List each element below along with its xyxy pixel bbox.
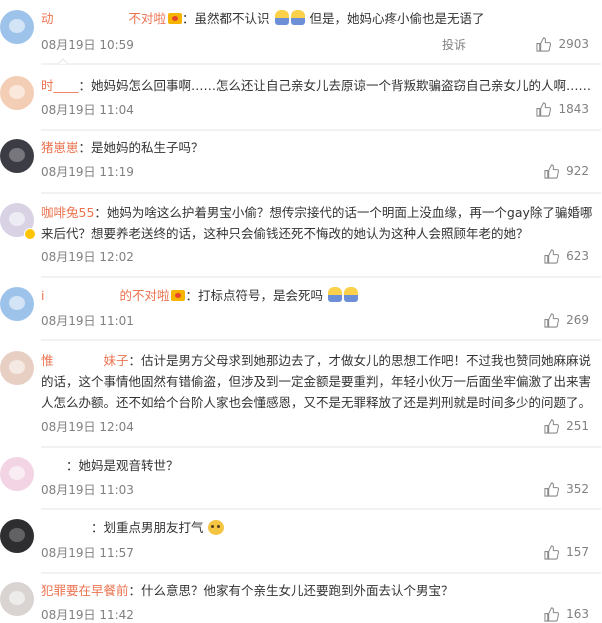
like-count: 2903 — [558, 37, 589, 51]
like-count: 269 — [566, 313, 589, 327]
username[interactable]: 惟 妹子 — [41, 353, 129, 368]
crown-badge-icon — [168, 13, 183, 24]
like-button[interactable]: 922 — [544, 163, 589, 179]
comment-text-continued: 但是，她妈心疼小偷也是无语了 — [305, 11, 485, 26]
avatar[interactable] — [0, 457, 34, 491]
timestamp: 08月19日 11:57 — [41, 546, 134, 560]
thumb-up-icon — [544, 248, 560, 264]
report-link[interactable]: 投诉 — [442, 36, 466, 53]
username[interactable]: 时____ — [41, 78, 79, 93]
divider — [41, 334, 601, 347]
thumb-up-icon — [536, 36, 552, 52]
username[interactable] — [41, 520, 91, 535]
timestamp: 08月19日 11:04 — [41, 103, 134, 117]
timestamp: 08月19日 12:02 — [41, 250, 134, 264]
timestamp: 08月19日 10:59 — [41, 38, 134, 52]
divider — [41, 567, 601, 580]
username[interactable]: i 的不对啦 — [41, 288, 169, 303]
like-button[interactable]: 352 — [544, 481, 589, 497]
comment-text: ：什么意思？他家有个亲生女儿还要跑到外面去认个男宝？ — [128, 583, 454, 598]
avatar[interactable] — [0, 76, 34, 110]
like-count: 922 — [566, 164, 589, 178]
avatar[interactable] — [0, 139, 34, 173]
timestamp: 08月19日 11:03 — [41, 483, 134, 497]
cat-emoji-icon — [207, 520, 224, 535]
thumb-up-icon — [544, 312, 560, 328]
emoji-icon — [343, 287, 358, 302]
avatar[interactable] — [0, 582, 34, 616]
divider — [41, 271, 601, 284]
like-count: 623 — [566, 249, 589, 263]
comment-text: ：她妈为啥这么护着男宝小偷？想传宗接代的话一个明面上没血缘，再一个gay除了骗婚… — [41, 205, 593, 241]
verified-badge-icon — [24, 228, 36, 240]
username[interactable]: 咖啡兔55 — [41, 205, 94, 220]
like-count: 1843 — [558, 102, 589, 116]
like-button[interactable]: 2903 — [536, 36, 589, 52]
username[interactable]: 动 不对啦 — [41, 11, 166, 26]
emoji-icon — [327, 287, 342, 302]
like-count: 157 — [566, 545, 589, 559]
comment-text: ：她妈是观音转世？ — [66, 458, 179, 473]
thumb-up-icon — [544, 606, 560, 622]
comment-text: ：划重点男朋友打气 — [91, 520, 204, 535]
timestamp: 08月19日 11:42 — [41, 608, 134, 622]
comment-text: ：打标点符号，是会死吗 — [185, 288, 323, 303]
divider — [41, 187, 601, 200]
divider — [41, 124, 601, 137]
username[interactable]: 犯罪要在早餐前 — [41, 583, 129, 598]
like-button[interactable]: 269 — [544, 312, 589, 328]
avatar[interactable] — [0, 351, 34, 385]
avatar[interactable] — [0, 10, 34, 44]
thumb-up-icon — [544, 163, 560, 179]
timestamp: 08月19日 12:04 — [41, 420, 134, 434]
username[interactable]: 猪崽崽 — [41, 140, 79, 155]
like-button[interactable]: 157 — [544, 544, 589, 560]
timestamp: 08月19日 11:19 — [41, 165, 134, 179]
like-button[interactable]: 163 — [544, 606, 589, 622]
thumb-up-icon — [536, 101, 552, 117]
emoji-icon — [290, 10, 305, 25]
like-button[interactable]: 623 — [544, 248, 589, 264]
like-button[interactable]: 251 — [544, 418, 589, 434]
timestamp: 08月19日 11:01 — [41, 314, 134, 328]
comment-text: ：是她妈的私生子吗？ — [78, 140, 204, 155]
thumb-up-icon — [544, 418, 560, 434]
divider — [41, 58, 601, 71]
thumb-up-icon — [544, 544, 560, 560]
avatar[interactable] — [0, 287, 34, 321]
thumb-up-icon — [544, 481, 560, 497]
avatar[interactable] — [0, 519, 34, 553]
divider — [41, 503, 601, 516]
comment-text: ：虽然都不认识 — [182, 11, 270, 26]
like-count: 352 — [566, 482, 589, 496]
like-count: 251 — [566, 419, 589, 433]
username[interactable] — [41, 458, 66, 473]
comment-text: ：她妈妈怎么回事啊……怎么还让自己亲女儿去原谅一个背叛欺骗盗窃自己亲女儿的人啊…… — [78, 78, 592, 93]
like-count: 163 — [566, 607, 589, 621]
divider — [41, 441, 601, 454]
like-button[interactable]: 1843 — [536, 101, 589, 117]
crown-badge-icon — [171, 290, 186, 301]
emoji-icon — [274, 10, 289, 25]
